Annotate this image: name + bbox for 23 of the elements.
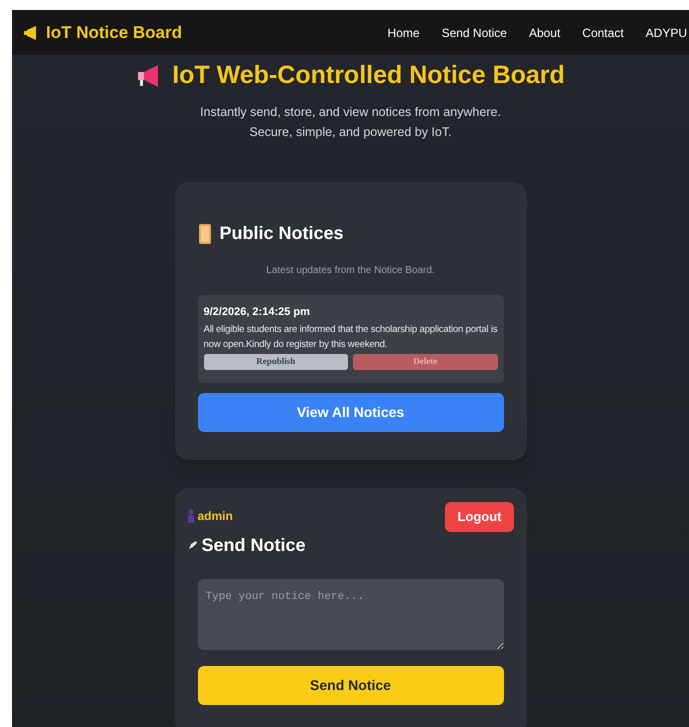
notice-text: All eligible students are informed that the scholarship application portal is now open.Kindly do register by this weekend. — [204, 322, 498, 352]
section-title: Send Notice — [202, 534, 306, 556]
username: admin — [198, 508, 233, 524]
view-all-button[interactable]: View All Notices — [198, 392, 504, 432]
nav-link[interactable]: ADYPU — [646, 24, 687, 42]
notice-input-field[interactable]: Type your notice here... — [198, 578, 504, 650]
notice-timestamp: 9/2/2026, 2:14:25 pm — [204, 305, 311, 320]
section-subtitle: Latest updates from the Notice Board. — [265, 264, 436, 278]
user-icon — [186, 508, 194, 522]
logout-button[interactable]: Logout — [445, 502, 514, 532]
send-notice-button[interactable]: Send Notice — [198, 666, 504, 704]
scroll-icon — [198, 222, 212, 244]
pen-icon — [188, 540, 198, 550]
section-title: Public Notices — [220, 222, 344, 245]
nav-link[interactable]: About — [528, 24, 560, 42]
brand-title[interactable]: IoT Notice Board — [46, 20, 182, 46]
nav-link[interactable]: Home — [388, 24, 420, 42]
nav-link[interactable]: Contact — [582, 24, 624, 42]
page-title: IoT Web-Controlled Notice Board — [172, 60, 565, 91]
hero-subtitle: Secure, simple, and powered by IoT. — [249, 124, 452, 142]
republish-button[interactable]: Republish — [204, 354, 348, 370]
hero-subtitle: Instantly send, store, and view notices from anywhere. — [200, 104, 501, 121]
nav-link[interactable]: Send Notice — [442, 24, 507, 42]
